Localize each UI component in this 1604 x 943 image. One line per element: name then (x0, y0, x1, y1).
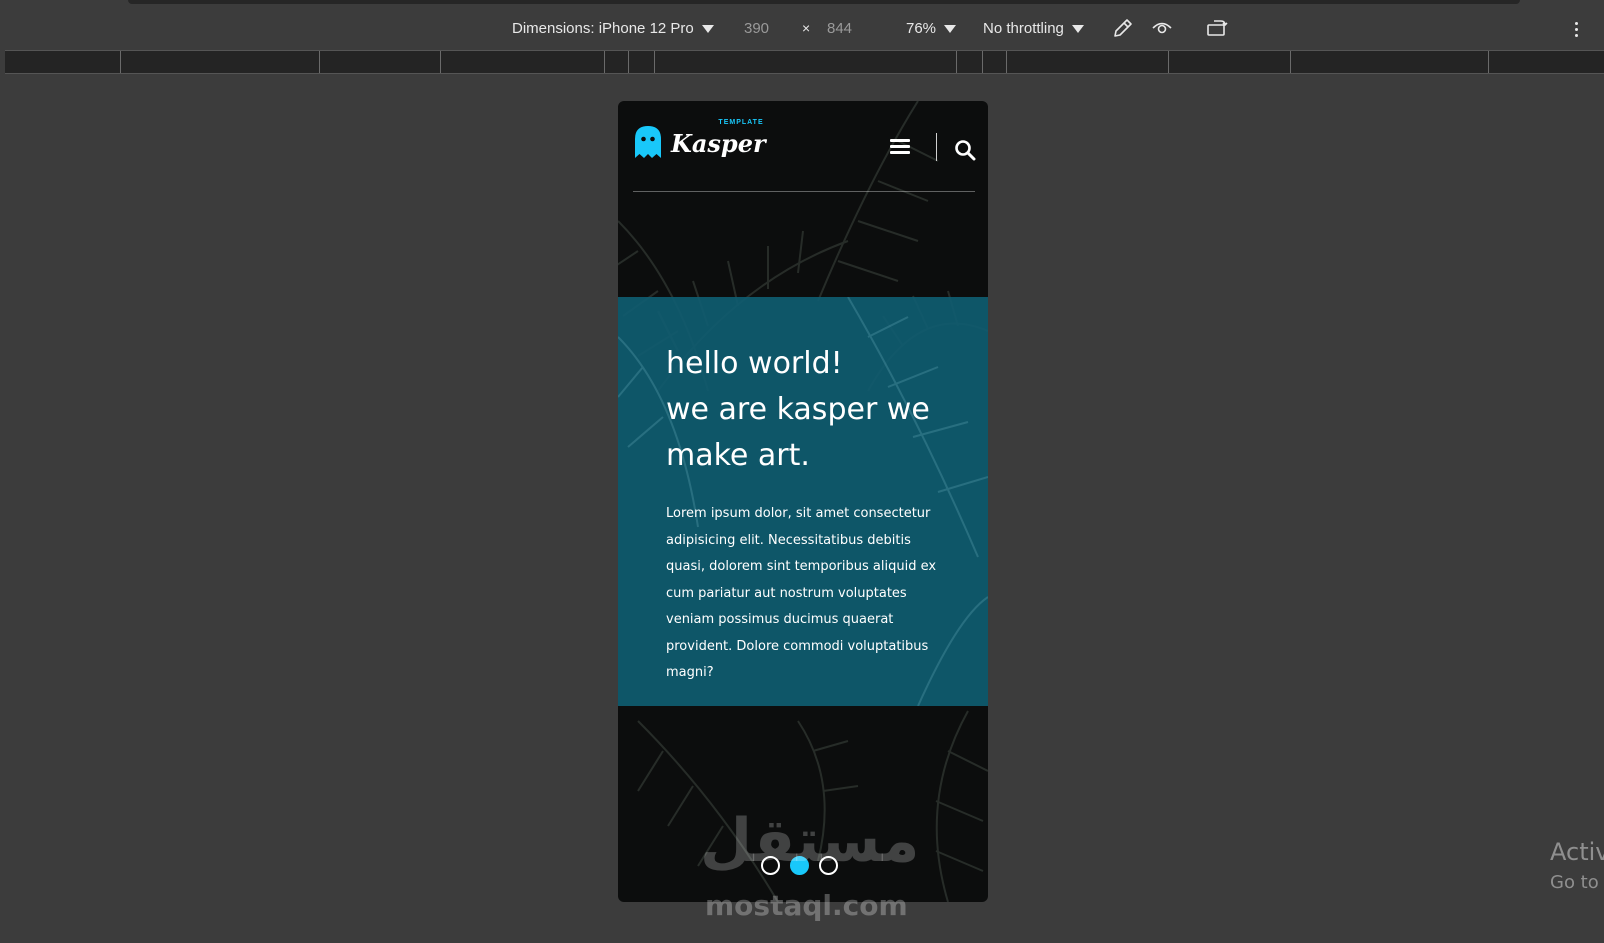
device-viewport: TEMPLATE Kasper hello world! we are kasp… (618, 101, 988, 902)
headline-line: we are kasper we (666, 392, 930, 427)
times-icon: × (802, 20, 811, 36)
headline-line: hello world! (666, 346, 843, 381)
hamburger-menu-icon[interactable] (890, 139, 910, 157)
eye-icon[interactable] (1151, 18, 1173, 38)
media-query-marker[interactable] (604, 51, 605, 73)
media-query-marker[interactable] (1290, 51, 1291, 73)
dimensions-label: Dimensions: iPhone 12 Pro (512, 20, 694, 37)
zoom-label: 76% (906, 20, 937, 37)
media-query-marker[interactable] (319, 51, 320, 73)
ghost-logo-icon (635, 126, 661, 158)
site-logo[interactable]: TEMPLATE Kasper (633, 119, 766, 160)
media-query-marker[interactable] (956, 51, 957, 73)
zoom-dropdown[interactable]: 76% (906, 20, 957, 37)
device-toolbar: Dimensions: iPhone 12 Pro 390 × 844 76% … (0, 8, 1604, 52)
media-query-marker[interactable] (440, 51, 441, 73)
watermark-arabic: مستقل (700, 806, 920, 876)
dropdown-icon (944, 24, 957, 33)
dropdown-icon (1071, 24, 1084, 33)
logo-subtitle: TEMPLATE (718, 119, 764, 126)
media-query-marker[interactable] (1168, 51, 1169, 73)
width-input[interactable]: 390 (744, 20, 769, 37)
header-underline (633, 191, 975, 192)
rotate-device-icon[interactable] (1205, 17, 1229, 39)
hero-paragraph: Lorem ipsum dolor, sit amet consectetur … (666, 506, 937, 680)
height-input[interactable]: 844 (827, 20, 852, 37)
search-icon[interactable] (954, 139, 976, 161)
media-query-marker[interactable] (1006, 51, 1007, 73)
dropdown-icon (701, 24, 714, 33)
more-options-icon[interactable] (1575, 22, 1578, 37)
media-query-marker[interactable] (120, 51, 121, 73)
watermark-latin: mostaql.com (705, 889, 908, 922)
logo-title: Kasper (671, 129, 766, 158)
header-divider (936, 133, 937, 161)
hero-headline: hello world! we are kasper we make art. (666, 341, 966, 479)
headline-line: make art. (666, 438, 810, 473)
device-dimensions-dropdown[interactable]: Dimensions: iPhone 12 Pro (512, 20, 714, 37)
hero-text-panel: hello world! we are kasper we make art. … (618, 297, 988, 706)
site-header: TEMPLATE Kasper (618, 101, 988, 192)
media-query-marker[interactable] (654, 51, 655, 73)
throttling-dropdown[interactable]: No throttling (983, 20, 1084, 37)
logo-wordmark: TEMPLATE Kasper (671, 119, 766, 158)
media-query-marker[interactable] (1488, 51, 1489, 73)
activation-notice-title: Activ (1550, 838, 1604, 866)
window-top-edge (128, 0, 1520, 4)
eyedropper-icon[interactable] (1112, 17, 1134, 39)
throttling-label: No throttling (983, 20, 1064, 37)
media-query-marker[interactable] (628, 51, 629, 73)
media-query-bar[interactable] (5, 50, 1604, 74)
media-query-marker[interactable] (982, 51, 983, 73)
activation-notice-subtitle: Go to (1550, 872, 1599, 893)
